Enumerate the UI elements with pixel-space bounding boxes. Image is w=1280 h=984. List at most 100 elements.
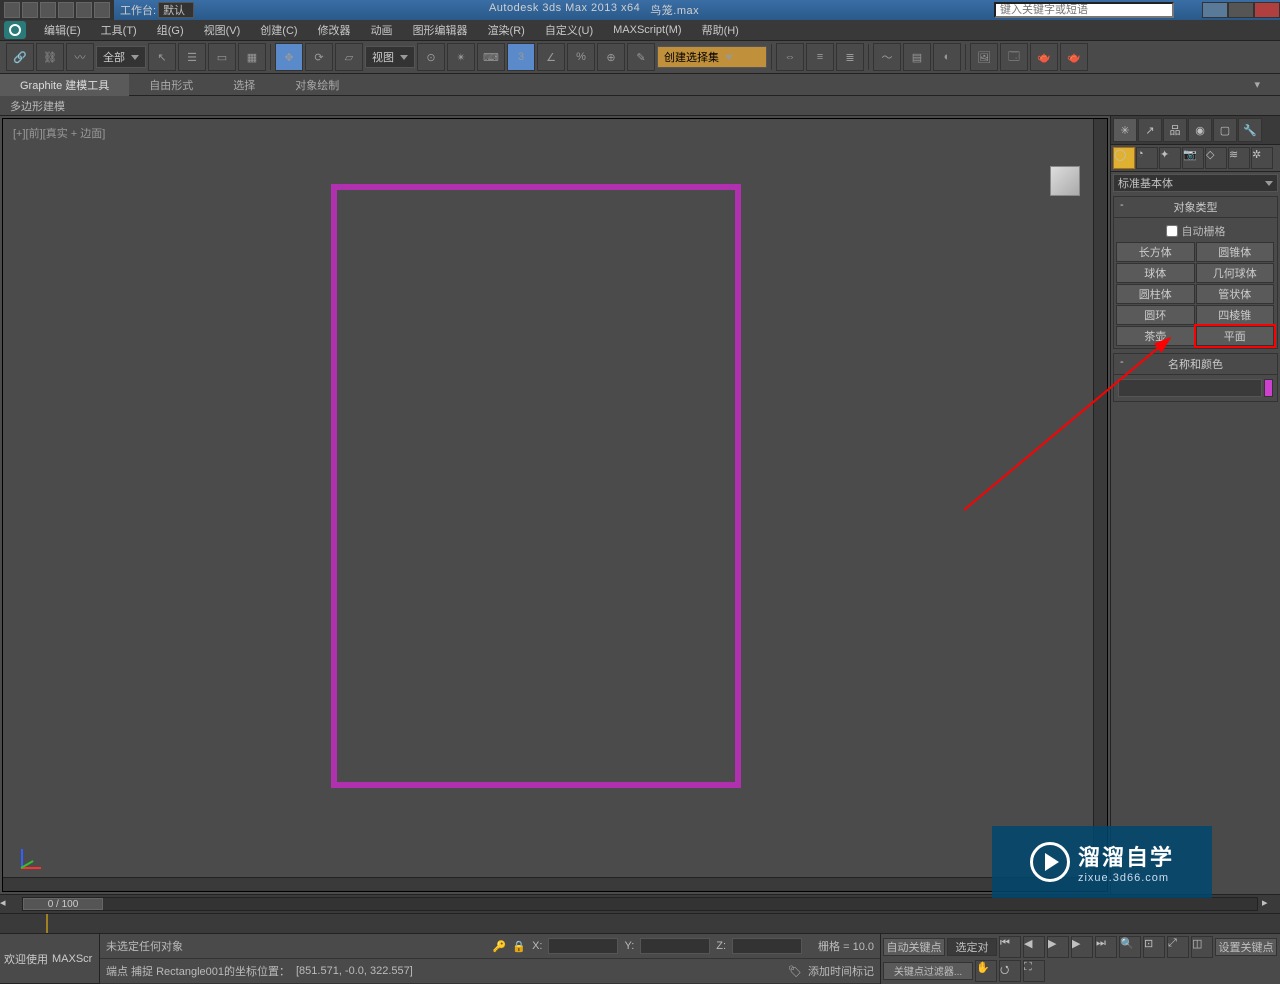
use-center-icon[interactable]: ⊙: [417, 43, 445, 71]
cameras-category-icon[interactable]: 📷: [1182, 147, 1204, 169]
keyboard-shortcut-icon[interactable]: ⌨: [477, 43, 505, 71]
motion-panel-icon[interactable]: ◉: [1188, 118, 1212, 142]
schematic-view-icon[interactable]: ▤: [903, 43, 931, 71]
menu-group[interactable]: 组(G): [147, 20, 194, 40]
qat-link-icon[interactable]: [94, 2, 110, 18]
prev-frame-icon[interactable]: ◀: [1023, 936, 1045, 958]
z-coord-input[interactable]: [732, 938, 802, 954]
tube-button[interactable]: 管状体: [1196, 284, 1275, 304]
y-coord-input[interactable]: [640, 938, 710, 954]
time-slider-track[interactable]: 0 / 100: [22, 897, 1258, 911]
lights-category-icon[interactable]: ✦: [1159, 147, 1181, 169]
select-by-name-icon[interactable]: ☰: [178, 43, 206, 71]
menu-create[interactable]: 创建(C): [250, 20, 307, 40]
select-move-icon[interactable]: ✥: [275, 43, 303, 71]
utilities-panel-icon[interactable]: 🔧: [1238, 118, 1262, 142]
geosphere-button[interactable]: 几何球体: [1196, 263, 1275, 283]
layer-manager-icon[interactable]: ≣: [836, 43, 864, 71]
zoom-icon[interactable]: 🔍: [1119, 936, 1141, 958]
window-restore-button[interactable]: [1228, 2, 1254, 18]
systems-category-icon[interactable]: ✲: [1251, 147, 1273, 169]
qat-new-icon[interactable]: [4, 2, 20, 18]
pyramid-button[interactable]: 四棱锥: [1196, 305, 1275, 325]
menu-views[interactable]: 视图(V): [194, 20, 251, 40]
qat-redo-icon[interactable]: [76, 2, 92, 18]
create-panel-icon[interactable]: ✳: [1113, 118, 1137, 142]
selected-label[interactable]: 选定对: [947, 938, 997, 956]
spacewarps-category-icon[interactable]: ≋: [1228, 147, 1250, 169]
render-icon[interactable]: 🫖: [1060, 43, 1088, 71]
maxscript-mini-listener[interactable]: 欢迎使用 MAXScr: [0, 934, 99, 984]
select-rotate-icon[interactable]: ⟳: [305, 43, 333, 71]
setkey-button[interactable]: 设置关键点: [1215, 938, 1277, 956]
hierarchy-panel-icon[interactable]: 品: [1163, 118, 1187, 142]
qat-save-icon[interactable]: [40, 2, 56, 18]
track-bar-marker[interactable]: [46, 914, 48, 933]
box-button[interactable]: 长方体: [1116, 242, 1195, 262]
minmax-toggle-icon[interactable]: ⛶: [1023, 960, 1045, 982]
viewport-scrollbar-vertical[interactable]: [1093, 119, 1107, 877]
viewport-scrollbar-horizontal[interactable]: [3, 877, 1107, 891]
subcategory-combo[interactable]: 标准基本体: [1113, 174, 1278, 192]
time-slider-next-icon[interactable]: ▸: [1262, 896, 1280, 912]
unlink-icon[interactable]: ⛓: [36, 43, 64, 71]
curve-editor-icon[interactable]: 〜: [873, 43, 901, 71]
display-panel-icon[interactable]: ▢: [1213, 118, 1237, 142]
ribbon-expand-icon[interactable]: ▾: [1234, 75, 1280, 94]
render-setup-icon[interactable]: 🖼: [970, 43, 998, 71]
link-icon[interactable]: 🔗: [6, 43, 34, 71]
geometry-category-icon[interactable]: ◯: [1113, 147, 1135, 169]
time-slider-thumb[interactable]: 0 / 100: [23, 898, 103, 910]
rollout-header-name-color[interactable]: 名称和颜色: [1114, 354, 1277, 375]
cone-button[interactable]: 圆锥体: [1196, 242, 1275, 262]
percent-snap-icon[interactable]: %: [567, 43, 595, 71]
window-minimize-button[interactable]: [1202, 2, 1228, 18]
qat-open-icon[interactable]: [22, 2, 38, 18]
rollout-header-object-type[interactable]: 对象类型: [1114, 197, 1277, 218]
autogrid-checkbox[interactable]: [1166, 225, 1178, 237]
zoom-all-icon[interactable]: ⊡: [1143, 936, 1165, 958]
time-slider-prev-icon[interactable]: ◂: [0, 896, 18, 912]
menu-edit[interactable]: 编辑(E): [34, 20, 91, 40]
reference-coord-combo[interactable]: 视图: [365, 46, 415, 68]
ribbon-tab-selection[interactable]: 选择: [213, 74, 275, 96]
pan-icon[interactable]: ✋: [975, 960, 997, 982]
ribbon-tab-freeform[interactable]: 自由形式: [129, 74, 213, 96]
x-coord-input[interactable]: [548, 938, 618, 954]
autokey-button[interactable]: 自动关键点: [883, 938, 945, 956]
key-filters-button[interactable]: 关键点过滤器...: [883, 962, 973, 980]
named-selection-combo[interactable]: 创建选择集: [657, 46, 767, 68]
bind-spacewarp-icon[interactable]: 〰: [66, 43, 94, 71]
help-search-input[interactable]: [994, 2, 1174, 18]
ribbon-tab-graphite[interactable]: Graphite 建模工具: [0, 74, 129, 96]
shapes-category-icon[interactable]: ◔: [1136, 147, 1158, 169]
sphere-button[interactable]: 球体: [1116, 263, 1195, 283]
menu-tools[interactable]: 工具(T): [91, 20, 147, 40]
play-icon[interactable]: ▶: [1047, 936, 1069, 958]
menu-rendering[interactable]: 渲染(R): [478, 20, 535, 40]
qat-undo-icon[interactable]: [58, 2, 74, 18]
select-scale-icon[interactable]: ▱: [335, 43, 363, 71]
application-menu-icon[interactable]: [4, 21, 26, 39]
snap-toggle-icon[interactable]: 3: [507, 43, 535, 71]
plane-button[interactable]: 平面: [1196, 326, 1275, 346]
render-frame-icon[interactable]: 🗔: [1000, 43, 1028, 71]
viewport-label[interactable]: [+][前][真实 + 边面]: [13, 125, 105, 141]
goto-start-icon[interactable]: ⏮: [999, 936, 1021, 958]
angle-snap-icon[interactable]: ∠: [537, 43, 565, 71]
viewcube-icon[interactable]: [1043, 159, 1087, 203]
zoom-extents-icon[interactable]: ⤢: [1167, 936, 1189, 958]
menu-customize[interactable]: 自定义(U): [535, 20, 603, 40]
menu-maxscript[interactable]: MAXScript(M): [603, 22, 691, 38]
select-region-icon[interactable]: ▭: [208, 43, 236, 71]
selection-filter-combo[interactable]: 全部: [96, 46, 146, 68]
edit-named-selection-icon[interactable]: ✎: [627, 43, 655, 71]
menu-help[interactable]: 帮助(H): [692, 20, 749, 40]
goto-end-icon[interactable]: ⏭: [1095, 936, 1117, 958]
spinner-snap-icon[interactable]: ⊕: [597, 43, 625, 71]
track-bar[interactable]: [0, 913, 1280, 933]
menu-animation[interactable]: 动画: [361, 20, 403, 40]
window-close-button[interactable]: [1254, 2, 1280, 18]
select-object-icon[interactable]: ↖: [148, 43, 176, 71]
menu-graph-editors[interactable]: 图形编辑器: [403, 20, 478, 40]
